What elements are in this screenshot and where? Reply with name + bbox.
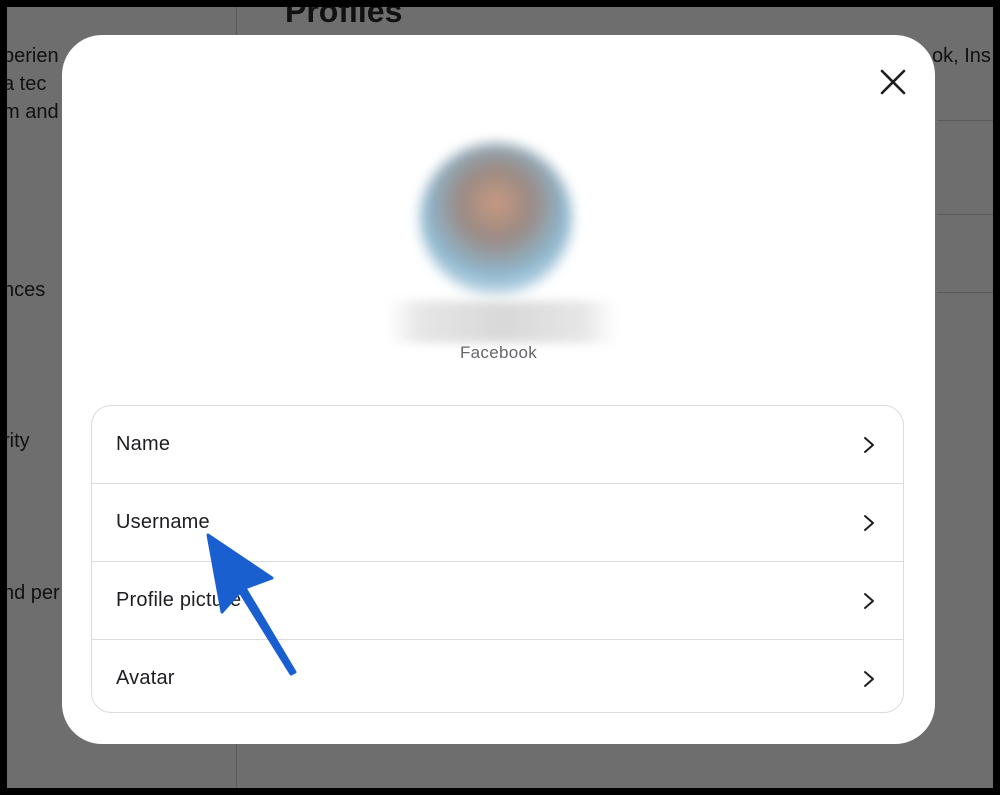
background-text: a tec	[7, 73, 47, 95]
background-text: perien	[7, 45, 59, 67]
background-divider	[937, 214, 993, 215]
username-row[interactable]: Username	[92, 484, 903, 562]
background-divider	[937, 292, 993, 293]
background-page-title: Profiles	[285, 7, 403, 29]
name-row[interactable]: Name	[92, 406, 903, 484]
avatar	[420, 143, 572, 295]
close-icon	[880, 69, 906, 95]
profile-modal: Facebook Name Username Profile picture A…	[62, 35, 935, 744]
background-text: m and	[7, 101, 59, 123]
avatar-row[interactable]: Avatar	[92, 640, 903, 712]
background-divider	[937, 120, 993, 121]
background-text: ok, Ins	[932, 45, 991, 67]
row-label: Profile picture	[116, 589, 242, 611]
row-label: Username	[116, 511, 210, 533]
chevron-right-icon	[864, 592, 874, 609]
account-source-label: Facebook	[459, 343, 538, 362]
row-label: Avatar	[116, 667, 175, 689]
chevron-right-icon	[864, 514, 874, 531]
background-text: rity	[7, 430, 30, 452]
background-text: nces	[7, 279, 46, 301]
close-button[interactable]	[878, 67, 908, 97]
chevron-right-icon	[864, 670, 874, 687]
profile-picture-row[interactable]: Profile picture	[92, 562, 903, 640]
profile-name-redacted	[387, 301, 617, 343]
background-text: nd per	[7, 582, 60, 604]
profile-settings-list: Name Username Profile picture Avatar	[91, 405, 904, 713]
row-label: Name	[116, 433, 171, 455]
chevron-right-icon	[864, 436, 874, 453]
